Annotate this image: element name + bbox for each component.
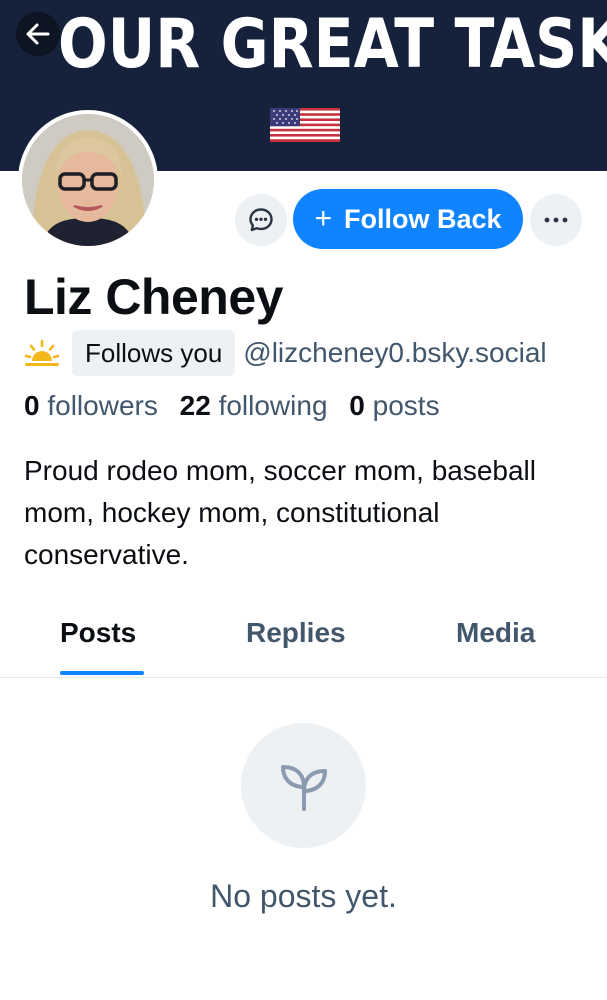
empty-state-message: No posts yet. [210,878,397,914]
user-handle[interactable]: @lizcheney0.bsky.social [243,337,546,369]
profile-stats: 0 followers 22 following 0 posts [24,390,440,422]
message-button[interactable] [235,194,287,246]
profile-tabs: Posts Replies Media [0,605,607,678]
following-stat[interactable]: 22 following [180,390,328,421]
back-button[interactable] [16,12,60,56]
empty-state-graphic [241,723,366,848]
banner-title: OUR GREAT TASK [58,5,607,84]
tab-media[interactable]: Media [456,617,535,649]
followers-stat[interactable]: 0 followers [24,390,158,421]
follow-back-label: Follow Back [344,203,502,234]
avatar[interactable] [18,110,158,250]
profile-bio: Proud rodeo mom, soccer mom, baseball mo… [24,455,536,570]
us-flag-icon [270,108,340,142]
posts-stat: 0 posts [349,390,440,421]
tab-replies[interactable]: Replies [246,617,346,649]
profile-photo [22,114,154,246]
more-options-button[interactable] [530,194,582,246]
ellipsis-icon [544,217,568,223]
chat-bubble-icon [249,208,273,232]
profile-meta-row: Follows you @lizcheney0.bsky.social [24,330,547,376]
active-tab-indicator [60,671,144,675]
follows-you-badge: Follows you [72,330,236,376]
display-name: Liz Cheney [24,269,283,325]
sunrise-icon[interactable] [24,337,60,369]
sprout-icon [280,764,327,811]
arrow-left-icon [26,23,50,45]
follow-back-button[interactable]: + Follow Back [293,189,523,249]
tab-posts[interactable]: Posts [60,617,136,649]
plus-icon: + [314,202,332,235]
